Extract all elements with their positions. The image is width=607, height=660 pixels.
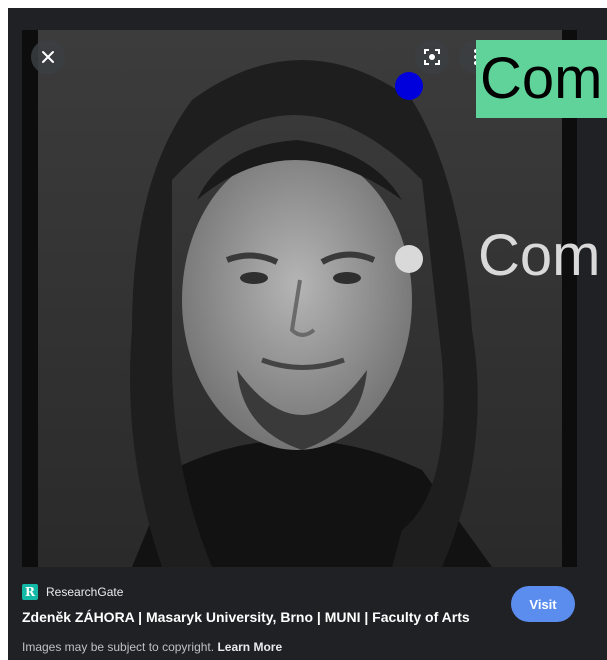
- lens-search-icon: [424, 49, 440, 65]
- source-row[interactable]: R ResearchGate: [22, 582, 123, 602]
- blue-marker-dot: [395, 72, 423, 100]
- overlay-label-faded: Com: [478, 223, 601, 288]
- source-name[interactable]: ResearchGate: [46, 585, 123, 599]
- close-button[interactable]: [31, 40, 65, 74]
- close-icon: [42, 51, 54, 63]
- researchgate-logo-icon: R: [22, 584, 38, 600]
- lens-search-button[interactable]: [415, 40, 449, 74]
- grey-marker-dot: [395, 245, 423, 273]
- learn-more-link[interactable]: Learn More: [217, 640, 282, 654]
- visit-button[interactable]: Visit: [511, 586, 575, 622]
- result-title-link[interactable]: Zdeněk ZÁHORA | Masaryk University, Brno…: [22, 609, 502, 625]
- copyright-notice: Images may be subject to copyright. Lear…: [22, 640, 282, 654]
- copyright-text: Images may be subject to copyright.: [22, 640, 215, 654]
- overlay-label-highlighted: Com: [476, 40, 607, 118]
